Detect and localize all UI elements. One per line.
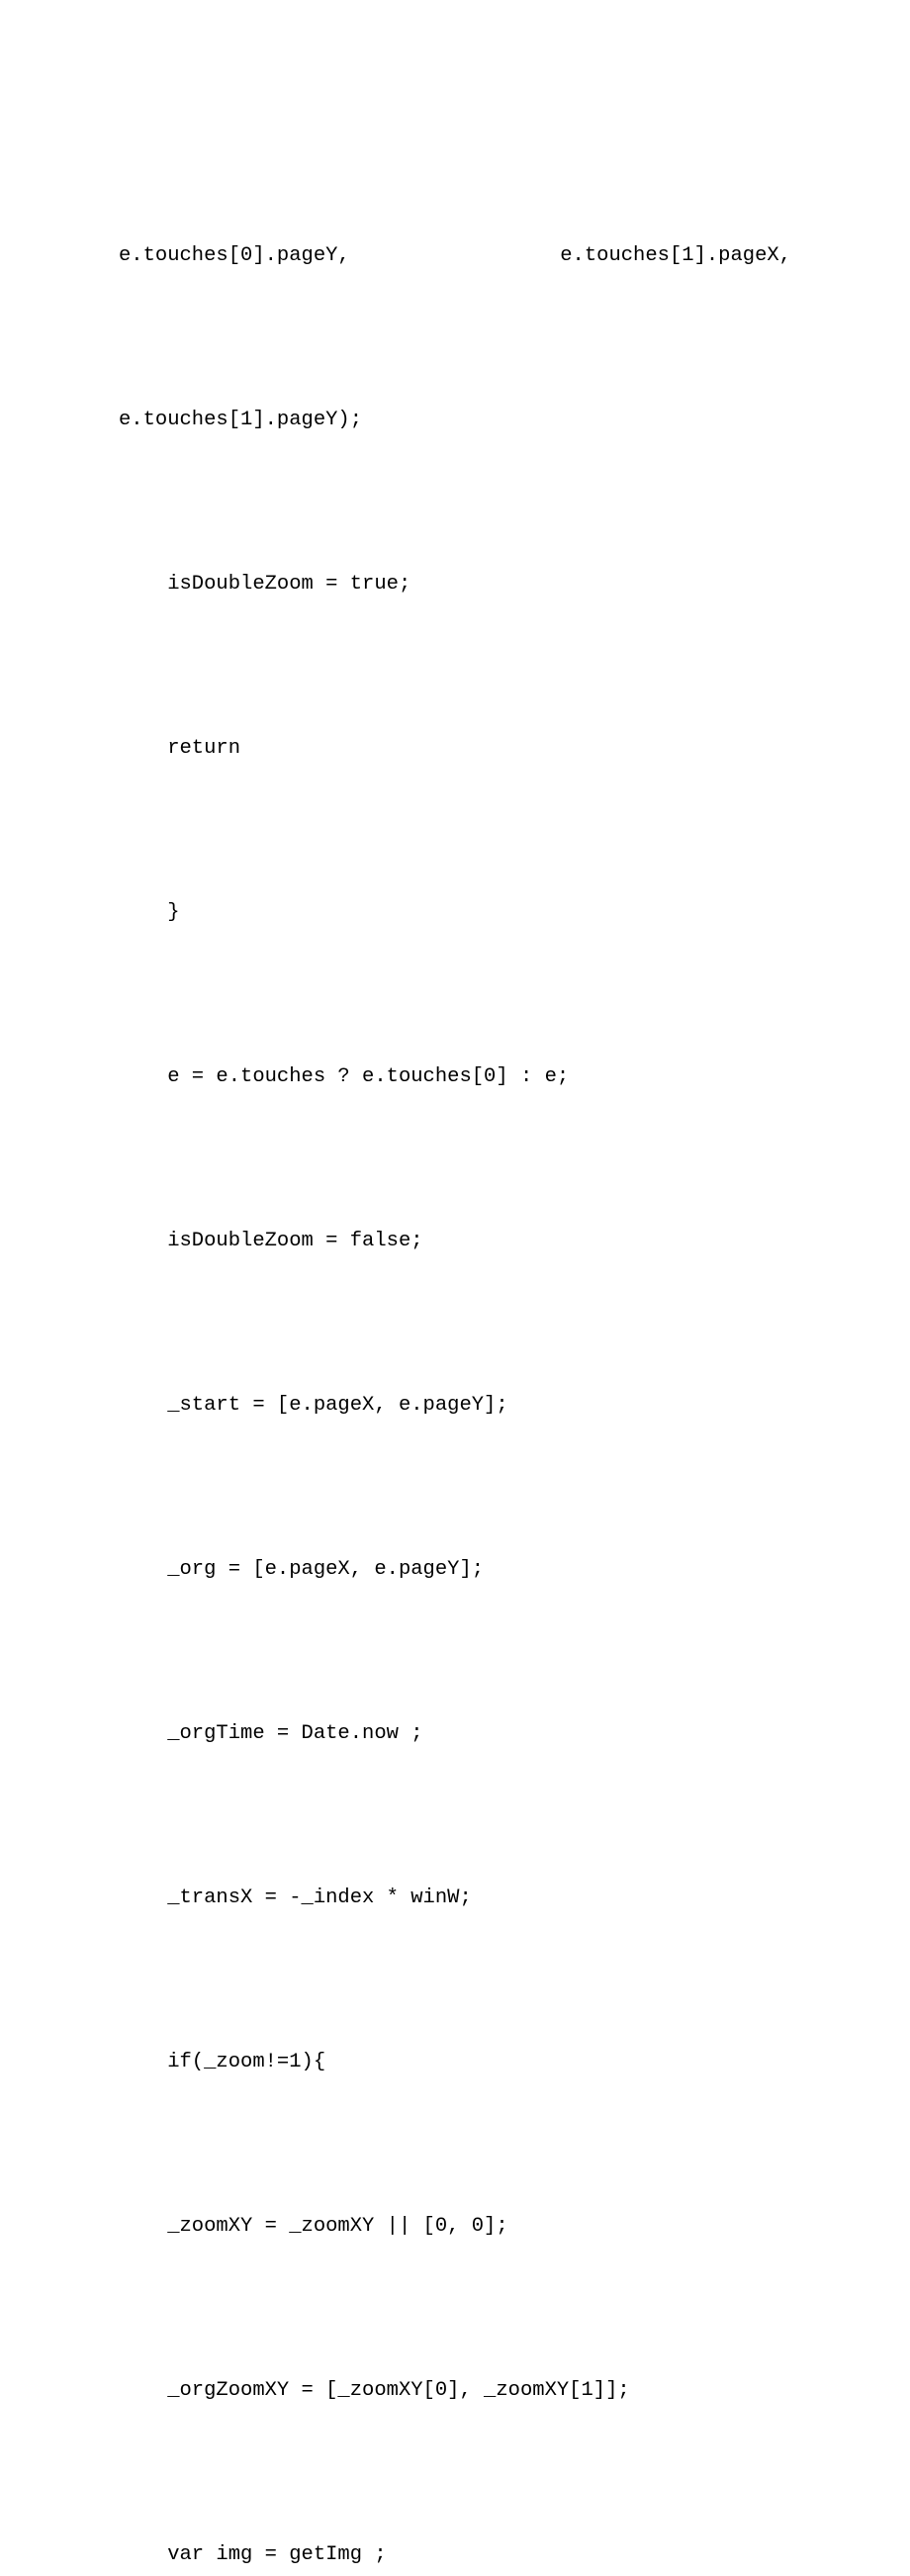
document-page: e.touches[0].pageY, e.touches[1].pageX, … — [0, 0, 910, 2576]
code-line: _transX = -_index * winW; — [119, 1871, 791, 1925]
code-line: e = e.touches ? e.touches[0] : e; — [119, 1050, 791, 1104]
code-line: var img = getImg ; — [119, 2528, 791, 2576]
code-line: _org = [e.pageX, e.pageY]; — [119, 1542, 791, 1597]
code-line: _orgZoomXY = [_zoomXY[0], _zoomXY[1]]; — [119, 2363, 791, 2418]
code-line: e.touches[0].pageY, e.touches[1].pageX, — [119, 229, 791, 283]
code-line: return — [119, 721, 791, 776]
code-line: isDoubleZoom = true; — [119, 557, 791, 611]
code-line: e.touches[1].pageY); — [119, 393, 791, 447]
code-line: _zoomXY = _zoomXY || [0, 0]; — [119, 2199, 791, 2254]
code-line: _start = [e.pageX, e.pageY]; — [119, 1378, 791, 1432]
code-line: isDoubleZoom = false; — [119, 1214, 791, 1268]
code-content: e.touches[0].pageY, e.touches[1].pageX, … — [119, 119, 791, 2576]
code-line: } — [119, 885, 791, 940]
code-line: if(_zoom!=1){ — [119, 2035, 791, 2089]
code-line: _orgTime = Date.now ; — [119, 1706, 791, 1761]
